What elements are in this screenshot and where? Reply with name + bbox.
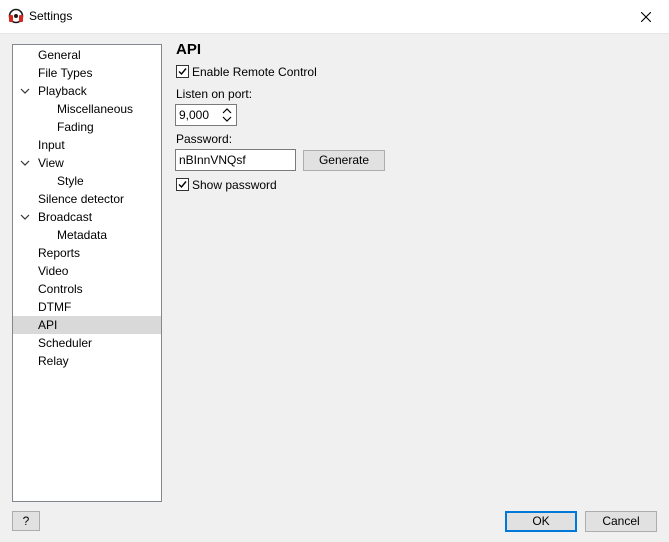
generate-button-label: Generate (318, 153, 370, 167)
tree-item-label: General (38, 48, 81, 62)
ok-button-label: OK (532, 514, 550, 528)
tree-item-style[interactable]: Style (13, 172, 161, 190)
tree-item-label: Video (38, 264, 69, 278)
tree-item-label: Metadata (57, 228, 108, 242)
tree-item-label: Silence detector (38, 192, 125, 206)
tree-item-miscellaneous[interactable]: Miscellaneous (13, 100, 161, 118)
tree-item-label: Playback (38, 84, 87, 98)
enable-remote-checkbox[interactable] (176, 65, 189, 78)
panel-title: API (176, 41, 202, 58)
cancel-button[interactable]: Cancel (585, 511, 657, 532)
password-label: Password: (176, 132, 233, 146)
tree-item-metadata[interactable]: Metadata (13, 226, 161, 244)
tree-item-reports[interactable]: Reports (13, 244, 161, 262)
tree-item-input[interactable]: Input (13, 136, 161, 154)
tree-item-controls[interactable]: Controls (13, 280, 161, 298)
settings-tree[interactable]: General File Types Playback Miscellaneou… (12, 44, 162, 502)
spin-up-icon[interactable] (221, 106, 233, 115)
tree-item-label: Scheduler (38, 336, 93, 350)
tree-item-label: DTMF (38, 300, 72, 314)
tree-item-scheduler[interactable]: Scheduler (13, 334, 161, 352)
tree-item-video[interactable]: Video (13, 262, 161, 280)
checkmark-icon (178, 68, 187, 76)
password-field[interactable]: nBInnVNQsf (175, 149, 296, 171)
tree-item-relay[interactable]: Relay (13, 352, 161, 370)
ok-button[interactable]: OK (505, 511, 577, 532)
tree-item-label: Relay (38, 354, 69, 368)
tree-item-label: Controls (38, 282, 83, 296)
help-button[interactable]: ? (12, 511, 40, 531)
port-label: Listen on port: (176, 87, 253, 101)
tree-item-playback[interactable]: Playback (13, 82, 161, 100)
tree-item-label: Input (38, 138, 65, 152)
help-button-label: ? (22, 514, 30, 528)
tree-item-label: View (38, 156, 64, 170)
tree-item-file-types[interactable]: File Types (13, 64, 161, 82)
tree-item-label: API (38, 318, 58, 332)
generate-button[interactable]: Generate (303, 150, 385, 171)
headphones-icon (8, 8, 24, 24)
close-icon (641, 11, 651, 22)
show-password-label[interactable]: Show password (192, 178, 277, 192)
window-title: Settings (29, 9, 73, 23)
tree-item-silence-detector[interactable]: Silence detector (13, 190, 161, 208)
tree-item-broadcast[interactable]: Broadcast (13, 208, 161, 226)
tree-item-dtmf[interactable]: DTMF (13, 298, 161, 316)
port-spinbox[interactable]: 9,000 (175, 104, 237, 126)
checkmark-icon (178, 181, 187, 189)
tree-item-label: Broadcast (38, 210, 93, 224)
tree-item-api[interactable]: API (13, 316, 161, 334)
tree-item-label: Style (57, 174, 84, 188)
title-bar: Settings (0, 0, 669, 34)
show-password-checkbox[interactable] (176, 178, 189, 191)
chevron-down-icon[interactable] (20, 213, 30, 221)
tree-item-label: Miscellaneous (57, 102, 134, 116)
close-button[interactable] (623, 0, 669, 33)
tree-item-label: Fading (57, 120, 94, 134)
tree-item-fading[interactable]: Fading (13, 118, 161, 136)
port-value[interactable]: 9,000 (179, 108, 209, 122)
enable-remote-label[interactable]: Enable Remote Control (192, 65, 317, 79)
cancel-button-label: Cancel (602, 514, 640, 528)
password-value[interactable]: nBInnVNQsf (179, 153, 246, 167)
tree-item-general[interactable]: General (13, 46, 161, 64)
spin-down-icon[interactable] (221, 115, 233, 124)
chevron-down-icon[interactable] (20, 159, 30, 167)
tree-item-label: Reports (38, 246, 81, 260)
tree-item-label: File Types (38, 66, 93, 80)
tree-item-view[interactable]: View (13, 154, 161, 172)
chevron-down-icon[interactable] (20, 87, 30, 95)
